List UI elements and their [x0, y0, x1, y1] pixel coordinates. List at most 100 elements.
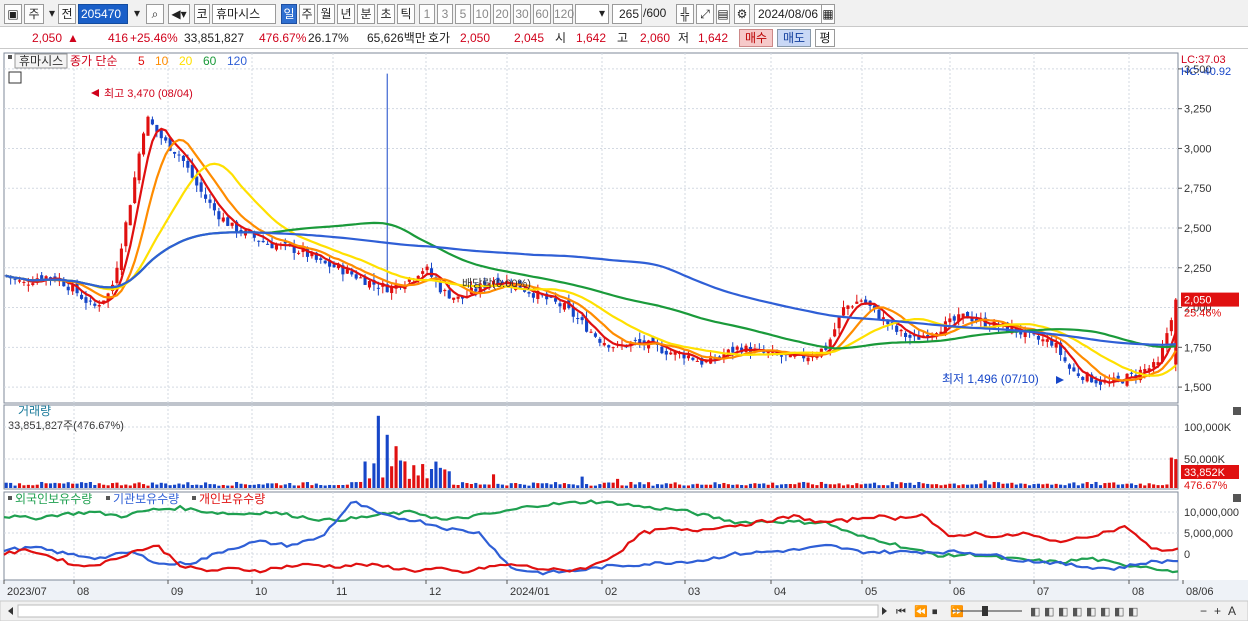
period-month-button[interactable]: 월: [317, 4, 335, 24]
volume-bar: [514, 483, 518, 488]
candle-body: [1152, 362, 1156, 368]
volume-bar: [266, 483, 270, 488]
interval-button[interactable]: 10: [473, 4, 491, 24]
zoom-control-icon[interactable]: +: [1214, 604, 1221, 618]
chart-type-select[interactable]: 주: [24, 4, 44, 24]
volume-bar: [1090, 484, 1094, 488]
volume-bar: [682, 485, 686, 488]
candle-body: [438, 281, 442, 293]
volume-bar: [88, 482, 92, 488]
x-tick-label: 2023/07: [7, 586, 47, 598]
volume-bar: [567, 484, 571, 488]
candle-body: [354, 274, 358, 279]
chevron-down-icon[interactable]: ▾: [596, 4, 608, 24]
interval-button[interactable]: 5: [455, 4, 471, 24]
holding-legend-2: 기관보유수량: [113, 492, 179, 506]
layout-toggle-icon[interactable]: ◧: [1114, 606, 1124, 618]
speaker-icon[interactable]: ◀▾: [168, 4, 190, 24]
save-icon[interactable]: ▤: [716, 4, 730, 24]
layout-toggle-icon[interactable]: ◧: [1044, 606, 1054, 618]
volume-bar: [713, 482, 717, 488]
volume-bar: [731, 484, 735, 488]
sell-button[interactable]: 매도: [777, 29, 811, 47]
volume-bar: [71, 483, 75, 488]
candle-body: [22, 281, 26, 283]
playback-control-icon[interactable]: ⏪: [914, 605, 928, 618]
period-year-button[interactable]: 년: [337, 4, 355, 24]
period-day-button[interactable]: 일: [281, 4, 297, 24]
interval-button[interactable]: 120: [553, 4, 574, 24]
line-draw-icon[interactable]: ⤢: [696, 4, 714, 24]
eval-button[interactable]: 평: [815, 29, 835, 47]
scroll-track: [17, 604, 879, 618]
layout-toggle-icon[interactable]: ◧: [1072, 606, 1082, 618]
volume-bar: [1081, 483, 1085, 488]
last-price-label: 2,050: [1184, 295, 1212, 307]
gear-icon[interactable]: ⚙: [734, 4, 750, 24]
candle-body: [186, 160, 190, 168]
volume-bar: [624, 485, 628, 488]
period-week-button[interactable]: 주: [299, 4, 315, 24]
search-icon[interactable]: ⌕: [146, 4, 164, 24]
volume-bar: [57, 483, 61, 488]
volume-bar: [638, 482, 642, 488]
x-tick-label: 08: [1132, 586, 1144, 598]
candle-body: [1072, 367, 1076, 372]
volume-bar: [806, 482, 810, 488]
volume-bar: [328, 484, 332, 488]
volume-bar: [1059, 484, 1063, 488]
display-count-input[interactable]: 265: [612, 4, 642, 24]
playback-control-icon[interactable]: ⏮: [896, 606, 906, 618]
layout-toggle-icon[interactable]: ◧: [1030, 606, 1040, 618]
zoom-slider-handle[interactable]: [982, 606, 988, 616]
interval-button[interactable]: 3: [437, 4, 453, 24]
stock-code-input[interactable]: 205470: [78, 4, 128, 24]
volume-bar: [611, 482, 615, 488]
candle-body: [137, 153, 141, 181]
layout-toggle-icon[interactable]: ◧: [1128, 606, 1138, 618]
chevron-down-icon[interactable]: ▾: [130, 4, 144, 24]
volume-bar: [943, 484, 947, 488]
candle-body: [261, 240, 265, 243]
interval-button[interactable]: 60: [533, 4, 551, 24]
volume-bar: [802, 481, 806, 488]
period-minute-button[interactable]: 분: [357, 4, 375, 24]
candle-body: [903, 332, 908, 337]
calendar-icon[interactable]: ▦: [821, 4, 835, 24]
playback-control-icon[interactable]: ⏹: [932, 606, 938, 618]
zoom-control-icon[interactable]: A: [1228, 604, 1236, 618]
chevron-down-icon[interactable]: ▾: [46, 4, 58, 24]
volume-bar: [1001, 483, 1005, 488]
stock-name-field[interactable]: 휴마시스: [212, 4, 276, 24]
volume-bar: [97, 483, 101, 488]
volume-bar: [44, 483, 48, 488]
prev-button[interactable]: 전: [58, 4, 76, 24]
layout-toggle-icon[interactable]: ◧: [1058, 606, 1068, 618]
buy-button[interactable]: 매수: [739, 29, 773, 47]
volume-bar: [1116, 484, 1120, 488]
volume-bar: [248, 484, 252, 488]
layout-toggle-icon[interactable]: ◧: [1100, 606, 1110, 618]
chart-menu-icon[interactable]: ▣: [4, 4, 22, 24]
volume-bar: [1138, 483, 1142, 488]
layout-toggle-icon[interactable]: ◧: [1086, 606, 1096, 618]
candle-body: [1116, 375, 1120, 379]
zoom-control-icon[interactable]: −: [1200, 604, 1207, 618]
holding-legend-3: 개인보유수량: [199, 492, 265, 506]
volume-bar: [155, 484, 159, 488]
interval-button[interactable]: 20: [493, 4, 511, 24]
dividend-annotation: 배당락(0.00%): [462, 277, 531, 290]
volume-bar: [133, 483, 137, 488]
period-tick-button[interactable]: 틱: [397, 4, 415, 24]
candle-body: [948, 318, 952, 323]
volume-bar: [864, 483, 868, 488]
candle-style-icon[interactable]: ╬: [676, 4, 694, 24]
candle-body: [527, 291, 531, 294]
volume-bar: [288, 483, 292, 488]
period-second-button[interactable]: 초: [377, 4, 395, 24]
date-input[interactable]: 2024/08/06: [754, 4, 822, 24]
interval-button[interactable]: 1: [419, 4, 435, 24]
interval-button[interactable]: 30: [513, 4, 531, 24]
volume-bar: [629, 481, 633, 488]
holding-legend-1: 외국인보유수량: [15, 492, 92, 506]
